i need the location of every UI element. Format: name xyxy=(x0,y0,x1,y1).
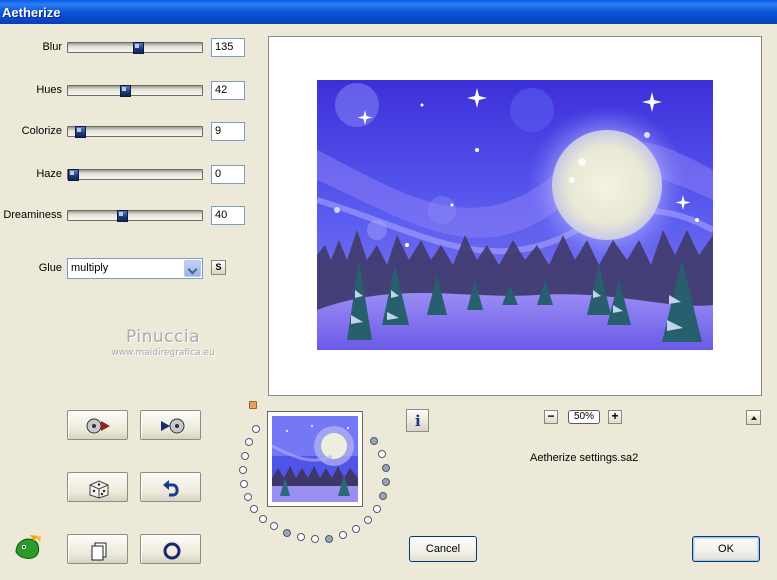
info-icon: i xyxy=(415,412,421,430)
dreaminess-field[interactable]: 40 xyxy=(211,206,245,225)
copy-button[interactable] xyxy=(67,534,128,564)
expand-up-button[interactable] xyxy=(746,410,761,425)
preset-thumbnail[interactable] xyxy=(267,411,363,507)
ok-button[interactable]: OK xyxy=(692,536,760,562)
cancel-button[interactable]: Cancel xyxy=(409,536,477,562)
colorize-slider-thumb[interactable] xyxy=(75,126,86,138)
title-bar: Aetherize xyxy=(0,0,777,24)
reset-button[interactable] xyxy=(140,534,201,564)
preset-dot[interactable] xyxy=(250,505,258,513)
glue-value: multiply xyxy=(71,262,109,274)
forward-reel-icon xyxy=(161,418,185,434)
glue-label: Glue xyxy=(38,262,62,274)
random-button[interactable] xyxy=(67,472,128,502)
glue-select[interactable]: multiply xyxy=(67,258,203,279)
frog-logo-icon xyxy=(15,535,41,559)
blur-slider[interactable] xyxy=(67,42,203,54)
preset-dot[interactable] xyxy=(244,493,252,501)
preset-dot[interactable] xyxy=(382,464,390,472)
preview-panel[interactable] xyxy=(268,36,762,396)
preset-dot[interactable] xyxy=(378,450,386,458)
hues-field[interactable]: 42 xyxy=(211,81,245,100)
preset-dot[interactable] xyxy=(240,480,248,488)
zoom-level[interactable]: 50% xyxy=(568,410,600,424)
preset-dot-current[interactable] xyxy=(249,401,257,409)
preset-dot[interactable] xyxy=(339,531,347,539)
hues-slider[interactable] xyxy=(67,85,203,97)
blur-slider-thumb[interactable] xyxy=(133,42,144,54)
copy-icon xyxy=(91,542,107,561)
zoom-out-button[interactable]: − xyxy=(544,410,558,424)
dice-icon xyxy=(89,480,109,499)
colorize-slider[interactable] xyxy=(67,126,203,138)
haze-label: Haze xyxy=(36,168,62,180)
blur-label: Blur xyxy=(42,41,62,53)
preset-dot[interactable] xyxy=(252,425,260,433)
thumbnail-image xyxy=(271,416,358,502)
hues-slider-thumb[interactable] xyxy=(120,85,131,97)
preset-dot[interactable] xyxy=(239,466,247,474)
glue-s-button[interactable]: S xyxy=(211,260,226,275)
preset-dot[interactable] xyxy=(352,525,360,533)
preset-dot[interactable] xyxy=(325,535,333,543)
preview-image xyxy=(317,80,713,350)
hues-label: Hues xyxy=(36,84,62,96)
preset-dot[interactable] xyxy=(311,535,319,543)
settings-filename: Aetherize settings.sa2 xyxy=(530,452,639,464)
rewind-reel-icon xyxy=(86,418,110,434)
zoom-in-button[interactable]: + xyxy=(608,410,622,424)
preset-dot[interactable] xyxy=(364,516,372,524)
colorize-field[interactable]: 9 xyxy=(211,122,245,141)
blur-field[interactable]: 135 xyxy=(211,38,245,57)
haze-field[interactable]: 0 xyxy=(211,165,245,184)
dreaminess-slider[interactable] xyxy=(67,210,203,222)
forward-button[interactable] xyxy=(140,410,201,440)
haze-slider-thumb[interactable] xyxy=(68,169,79,181)
preset-dot[interactable] xyxy=(241,452,249,460)
reset-circle-icon xyxy=(163,542,181,560)
undo-button[interactable] xyxy=(140,472,201,502)
colorize-label: Colorize xyxy=(21,125,62,137)
preset-dot[interactable] xyxy=(297,533,305,541)
watermark-url: www.maidiregrafica.eu xyxy=(111,348,215,358)
info-button[interactable]: i xyxy=(406,409,429,432)
preset-dot[interactable] xyxy=(382,478,390,486)
window-title: Aetherize xyxy=(2,5,61,20)
preset-dot[interactable] xyxy=(370,437,378,445)
chevron-down-icon[interactable] xyxy=(184,260,201,277)
rewind-button[interactable] xyxy=(67,410,128,440)
undo-icon xyxy=(163,480,179,497)
dreaminess-label: Dreaminess xyxy=(3,209,62,221)
dialog-body: Blur 135 Hues 42 Colorize 9 Haze 0 Dream… xyxy=(0,24,777,580)
dreaminess-slider-thumb[interactable] xyxy=(117,210,128,222)
haze-slider[interactable] xyxy=(67,169,203,181)
preset-dot[interactable] xyxy=(270,522,278,530)
watermark: Pinuccia www.maidiregrafica.eu xyxy=(100,327,226,358)
preset-dot[interactable] xyxy=(283,529,291,537)
preset-dot[interactable] xyxy=(373,505,381,513)
preset-dot[interactable] xyxy=(245,438,253,446)
watermark-name: Pinuccia xyxy=(126,327,200,347)
preset-dot[interactable] xyxy=(379,492,387,500)
preset-dot[interactable] xyxy=(259,515,267,523)
